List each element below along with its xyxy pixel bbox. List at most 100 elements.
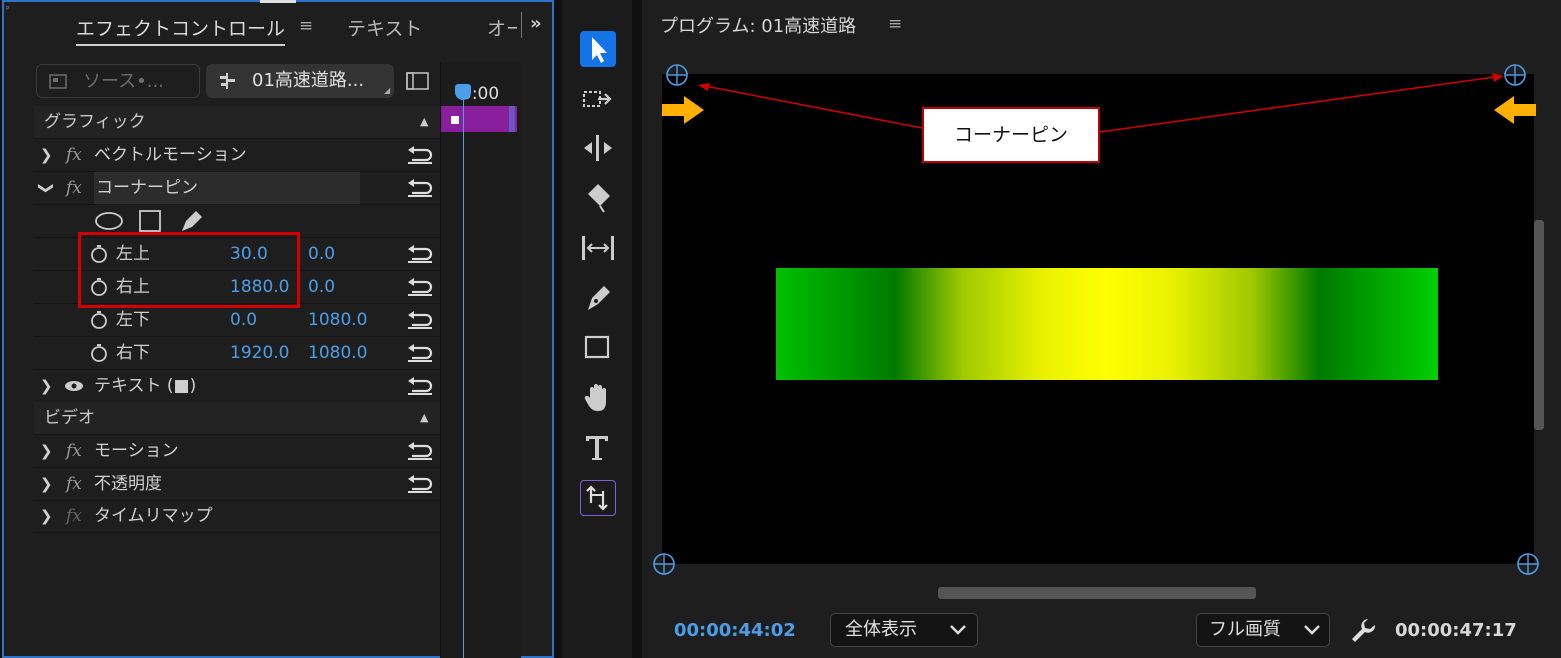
reset-icon[interactable] xyxy=(406,376,434,396)
section-label: ビデオ xyxy=(44,408,95,428)
slip-tool[interactable] xyxy=(580,230,616,266)
razor-icon xyxy=(588,184,610,213)
fx-icon[interactable]: fx xyxy=(66,172,82,204)
track-select-icon xyxy=(583,91,612,107)
param-lower-right[interactable]: 右下 1920.0 1080.0 xyxy=(34,337,444,370)
corner-pin-handle-icon[interactable] xyxy=(1517,553,1539,575)
pen-tool[interactable] xyxy=(580,280,616,316)
ellipse-mask-icon[interactable] xyxy=(94,211,124,231)
value-y[interactable]: 0.0 xyxy=(308,238,335,270)
collapse-chevron-icon[interactable]: ❯ xyxy=(30,182,62,195)
tab-strip-indicator xyxy=(260,0,296,3)
value-y[interactable]: 0.0 xyxy=(308,271,335,303)
type-icon xyxy=(586,436,608,460)
pen-mask-icon[interactable] xyxy=(178,209,204,233)
stopwatch-icon[interactable] xyxy=(90,311,108,329)
expand-chevron-icon[interactable]: ❯ xyxy=(40,139,53,171)
vertical-scrollbar[interactable] xyxy=(1534,220,1544,430)
hand-tool[interactable] xyxy=(580,380,616,416)
toggle-timeline-icon[interactable] xyxy=(406,71,430,91)
playhead-handle[interactable] xyxy=(455,84,471,100)
razor-tool[interactable] xyxy=(580,180,616,216)
chevron-down-icon xyxy=(1304,625,1320,635)
tab-audio[interactable]: オー xyxy=(487,14,517,41)
monitor-menu-icon[interactable]: ≡ xyxy=(888,14,902,34)
section-video[interactable]: ビデオ ▲ xyxy=(34,402,444,435)
remix-tool[interactable] xyxy=(580,480,616,516)
more-tabs-icon[interactable]: » xyxy=(530,13,542,34)
reset-icon[interactable] xyxy=(406,441,434,461)
value-x[interactable]: 0.0 xyxy=(230,304,257,336)
corner-pin-handle-icon[interactable] xyxy=(653,553,675,575)
fit-dropdown[interactable]: 全体表示 xyxy=(830,613,978,647)
track-select-tool[interactable] xyxy=(580,82,616,118)
fx-icon[interactable]: fx xyxy=(66,468,82,500)
tab-text[interactable]: テキスト xyxy=(347,14,422,41)
effect-corner-pin[interactable]: ❯ fx コーナーピン xyxy=(34,172,444,205)
layer-text[interactable]: ❯ テキスト (■) xyxy=(34,370,444,403)
effect-motion[interactable]: ❯ fx モーション xyxy=(34,435,444,468)
layer-label: テキスト (■) xyxy=(94,376,197,396)
fx-icon[interactable]: fx xyxy=(66,435,82,467)
tools-panel xyxy=(562,0,632,658)
reset-icon[interactable] xyxy=(406,244,434,264)
fx-icon: fx xyxy=(66,506,82,526)
clip-end xyxy=(509,106,515,132)
value-x[interactable]: 1920.0 xyxy=(230,337,289,369)
reset-icon[interactable] xyxy=(406,343,434,363)
panel-menu-icon[interactable]: ≡ xyxy=(299,16,313,36)
effect-opacity[interactable]: ❯ fx 不透明度 xyxy=(34,468,444,501)
reset-icon[interactable] xyxy=(406,310,434,330)
selection-tool[interactable] xyxy=(580,31,616,67)
param-lower-left[interactable]: 左下 0.0 1080.0 xyxy=(34,304,444,337)
highlight-box xyxy=(78,232,300,308)
playhead-line xyxy=(463,92,464,658)
rectangle-icon xyxy=(584,335,610,359)
corner-pin-handle-icon[interactable] xyxy=(666,64,688,86)
reset-icon[interactable] xyxy=(406,178,434,198)
ripple-edit-tool[interactable] xyxy=(580,130,616,166)
rectangle-tool[interactable] xyxy=(580,330,616,366)
reset-icon[interactable] xyxy=(406,145,434,165)
param-label: 右下 xyxy=(116,343,150,363)
effect-label: ベクトルモーション xyxy=(94,145,247,165)
wrench-icon[interactable] xyxy=(1350,617,1376,643)
reset-icon[interactable] xyxy=(406,474,434,494)
expand-chevron-icon[interactable]: ❯ xyxy=(40,500,53,532)
value-y[interactable]: 1080.0 xyxy=(308,337,367,369)
eye-icon[interactable] xyxy=(64,380,84,392)
source-clip-selector[interactable]: ソース•... xyxy=(36,64,200,98)
quality-dropdown[interactable]: フル画質 xyxy=(1196,613,1330,647)
fx-icon[interactable]: fx xyxy=(66,139,82,171)
reset-icon[interactable] xyxy=(406,277,434,297)
current-timecode[interactable]: 00:00:44:02 xyxy=(674,620,796,641)
effect-time-remap[interactable]: ❯ fx タイムリマップ xyxy=(34,500,444,533)
ripple-edit-icon xyxy=(584,135,612,161)
clip-label: 01高速道路... xyxy=(252,70,365,91)
value-y[interactable]: 1080.0 xyxy=(308,304,367,336)
callout-lines xyxy=(698,73,1504,133)
expand-chevron-icon[interactable]: ❯ xyxy=(40,435,53,467)
effect-vector-motion[interactable]: ❯ fx ベクトルモーション xyxy=(34,139,444,172)
horizontal-scrollbar[interactable] xyxy=(938,587,1256,599)
hand-icon xyxy=(584,384,606,411)
expand-chevron-icon[interactable]: ❯ xyxy=(40,370,53,402)
rectangle-mask-icon[interactable] xyxy=(138,209,162,233)
collapse-up-icon[interactable]: ▲ xyxy=(420,402,428,434)
effect-label: コーナーピン xyxy=(94,172,360,204)
duration-timecode: 00:00:47:17 xyxy=(1395,620,1517,641)
effect-timeline[interactable]: 0:00 xyxy=(440,62,521,658)
collapse-up-icon[interactable]: ▲ xyxy=(420,106,428,138)
slip-icon xyxy=(582,236,614,260)
sequence-clip-selector[interactable]: 01高速道路... ◢ xyxy=(206,64,394,98)
effect-label: タイムリマップ xyxy=(94,506,213,526)
expand-chevron-icon[interactable]: ❯ xyxy=(40,468,53,500)
tab-divider xyxy=(521,12,522,38)
sequence-icon xyxy=(220,73,235,89)
gradient-bar-graphic[interactable] xyxy=(776,268,1438,380)
section-graphics[interactable]: グラフィック ▲ xyxy=(34,106,444,139)
keyframe-marker[interactable] xyxy=(451,116,459,124)
stopwatch-icon[interactable] xyxy=(90,344,108,362)
tab-effect-controls[interactable]: エフェクトコントロール xyxy=(76,14,286,46)
type-tool[interactable] xyxy=(580,430,616,466)
